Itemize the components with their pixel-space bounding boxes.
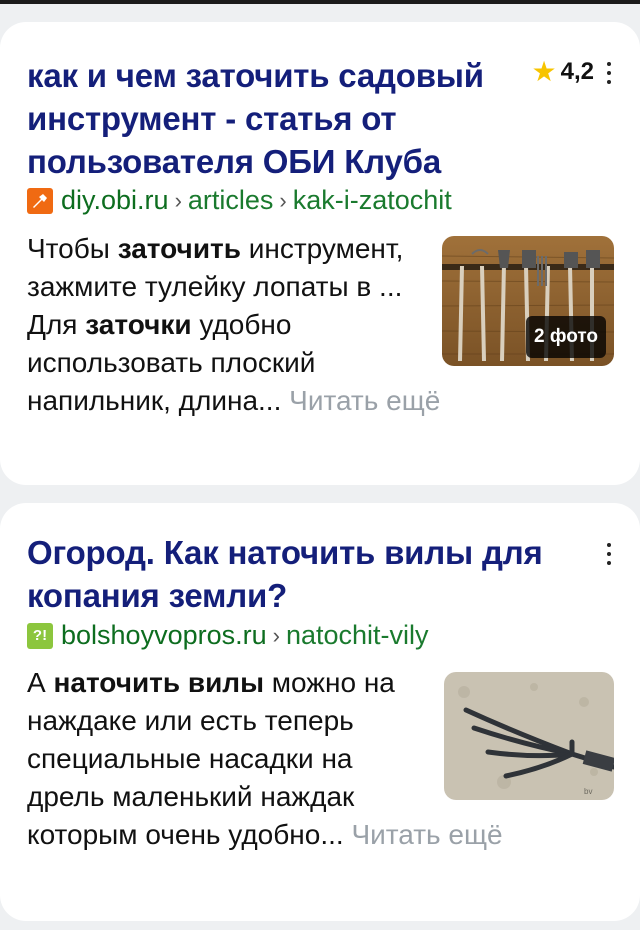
rating-badge: ★ 4,2 <box>532 58 594 86</box>
more-options-icon[interactable] <box>604 62 614 84</box>
bolshoyvopros-favicon-icon: ?! <box>27 622 53 649</box>
top-bar <box>0 0 640 4</box>
search-result-card[interactable]: Огород. Как наточить вилы для копания зе… <box>0 503 640 921</box>
breadcrumb-separator: › <box>279 187 287 213</box>
result-thumbnail[interactable]: bv <box>444 672 614 800</box>
result-title-link[interactable]: Огород. Как наточить вилы для копания зе… <box>27 531 547 617</box>
result-thumbnail[interactable]: 2 фото <box>442 236 614 366</box>
result-snippet: 2 фото Чтобы заточить инструмент, зажмит… <box>27 230 614 420</box>
obi-favicon-icon <box>27 187 53 214</box>
breadcrumb-separator: › <box>174 187 182 213</box>
svg-text:bv: bv <box>584 787 592 796</box>
star-icon: ★ <box>531 56 557 87</box>
result-title-link[interactable]: как и чем заточить садовый инструмент - … <box>27 54 547 183</box>
rating-value: 4,2 <box>560 58 594 85</box>
photo-count-badge: 2 фото <box>525 316 606 358</box>
result-domain[interactable]: bolshoyvopros.ru <box>61 620 267 651</box>
snippet-text: А <box>27 667 54 698</box>
read-more-link[interactable]: Читать ещё <box>351 819 502 850</box>
read-more-link[interactable]: Читать ещё <box>289 385 440 416</box>
result-url[interactable]: ?! bolshoyvopros.ru › natochit-vily <box>27 620 429 651</box>
snippet-text: Чтобы <box>27 233 118 264</box>
snippet-highlight: заточки <box>85 309 192 340</box>
snippet-highlight: заточить <box>117 233 241 264</box>
breadcrumb-separator: › <box>272 622 280 648</box>
breadcrumb-path[interactable]: kak-i-zatochit <box>293 185 452 216</box>
result-url[interactable]: diy.obi.ru › articles › kak-i-zatochit <box>27 185 452 216</box>
snippet-highlight: наточить вилы <box>53 667 265 698</box>
breadcrumb-path[interactable]: natochit-vily <box>286 620 429 651</box>
search-result-card[interactable]: как и чем заточить садовый инструмент - … <box>0 22 640 485</box>
result-snippet: bv А наточить вилы можно на наждаке или … <box>27 664 614 854</box>
more-options-icon[interactable] <box>604 543 614 565</box>
breadcrumb-path[interactable]: articles <box>188 185 274 216</box>
result-domain[interactable]: diy.obi.ru <box>61 185 169 216</box>
